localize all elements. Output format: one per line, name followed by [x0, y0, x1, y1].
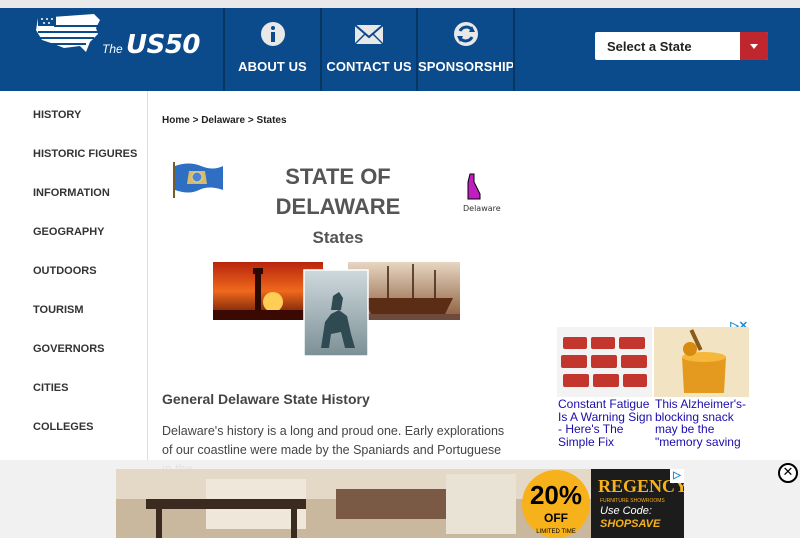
page-subtitle: States [312, 228, 364, 247]
ad-image-meat [557, 327, 652, 397]
banner-off: OFF [544, 511, 568, 525]
breadcrumb-current: States [256, 115, 287, 126]
state-select-value: Select a State [607, 39, 692, 54]
sidebar-item-governors[interactable]: GOVERNORS [33, 343, 105, 355]
site-logo[interactable]: The US50 [34, 12, 214, 62]
sponsored-ad-block[interactable]: ▷✕ Constant Fatigue Is A Warning Sign - … [557, 319, 752, 464]
logo-the: The [102, 42, 123, 56]
sidebar-item-colleges[interactable]: COLLEGES [33, 421, 94, 433]
us-map-flag-icon [36, 14, 100, 52]
section-heading: General Delaware State History [162, 391, 370, 407]
recycle-icon [453, 22, 478, 46]
about-us-button[interactable]: ABOUT US [225, 8, 320, 91]
chevron-down-icon[interactable] [740, 32, 768, 60]
logo-name: US50 [126, 30, 201, 60]
banner-code: SHOPSAVE [600, 518, 661, 530]
sponsorship-button[interactable]: SPONSORSHIP [418, 8, 515, 91]
envelope-icon [354, 24, 384, 45]
sidebar-item-tourism[interactable]: TOURISM [33, 304, 84, 316]
top-strip [0, 0, 800, 8]
sidebar-item-outdoors[interactable]: OUTDOORS [33, 265, 97, 277]
map-label: Delaware [463, 204, 501, 213]
close-icon[interactable]: ✕ [778, 463, 798, 483]
delaware-flag-image [173, 162, 223, 198]
breadcrumb-home[interactable]: Home [162, 115, 190, 126]
page-title-line1: STATE OF [285, 164, 391, 189]
sidebar-item-historic-figures[interactable]: HISTORIC FIGURES [33, 148, 137, 160]
breadcrumb: Home > Delaware > States [162, 115, 287, 126]
page-title: STATE OF DELAWARE [238, 162, 438, 222]
page-title-line2: DELAWARE [275, 194, 401, 219]
ad-image-honey [654, 327, 749, 397]
banner-ad-choices-icon[interactable]: ▷ [670, 469, 684, 483]
ad-link-alzheimers[interactable]: This Alzheimer's-blocking snack may be t… [655, 398, 750, 448]
banner-brand-sub: FURNITURE SHOWROOMS [600, 498, 665, 504]
breadcrumb-separator: > [189, 115, 202, 126]
nav-divider [513, 8, 515, 91]
banner-discount: 20% [530, 480, 582, 510]
sidebar-item-information[interactable]: INFORMATION [33, 187, 110, 199]
ad-link-fatigue[interactable]: Constant Fatigue Is A Warning Sign - Her… [558, 398, 653, 448]
sidebar-item-geography[interactable]: GEOGRAPHY [33, 226, 105, 238]
regency-banner-ad[interactable]: 20% OFF LIMITED TIME REGENCY FURNITURE S… [116, 469, 684, 538]
delaware-photo-collage [213, 262, 460, 356]
banner-code-label: Use Code: [600, 505, 652, 517]
breadcrumb-delaware[interactable]: Delaware [201, 115, 245, 126]
state-select[interactable]: Select a State [595, 32, 768, 60]
breadcrumb-separator: > [245, 115, 257, 126]
info-icon [260, 22, 285, 46]
sidebar-item-cities[interactable]: CITIES [33, 382, 68, 394]
contact-us-label: CONTACT US [326, 59, 412, 74]
about-us-label: ABOUT US [238, 59, 307, 74]
sidebar-item-history[interactable]: HISTORY [33, 109, 81, 121]
sponsorship-label: SPONSORSHIP [418, 59, 515, 74]
contact-us-button[interactable]: CONTACT US [322, 8, 416, 91]
banner-limited: LIMITED TIME [536, 529, 576, 535]
